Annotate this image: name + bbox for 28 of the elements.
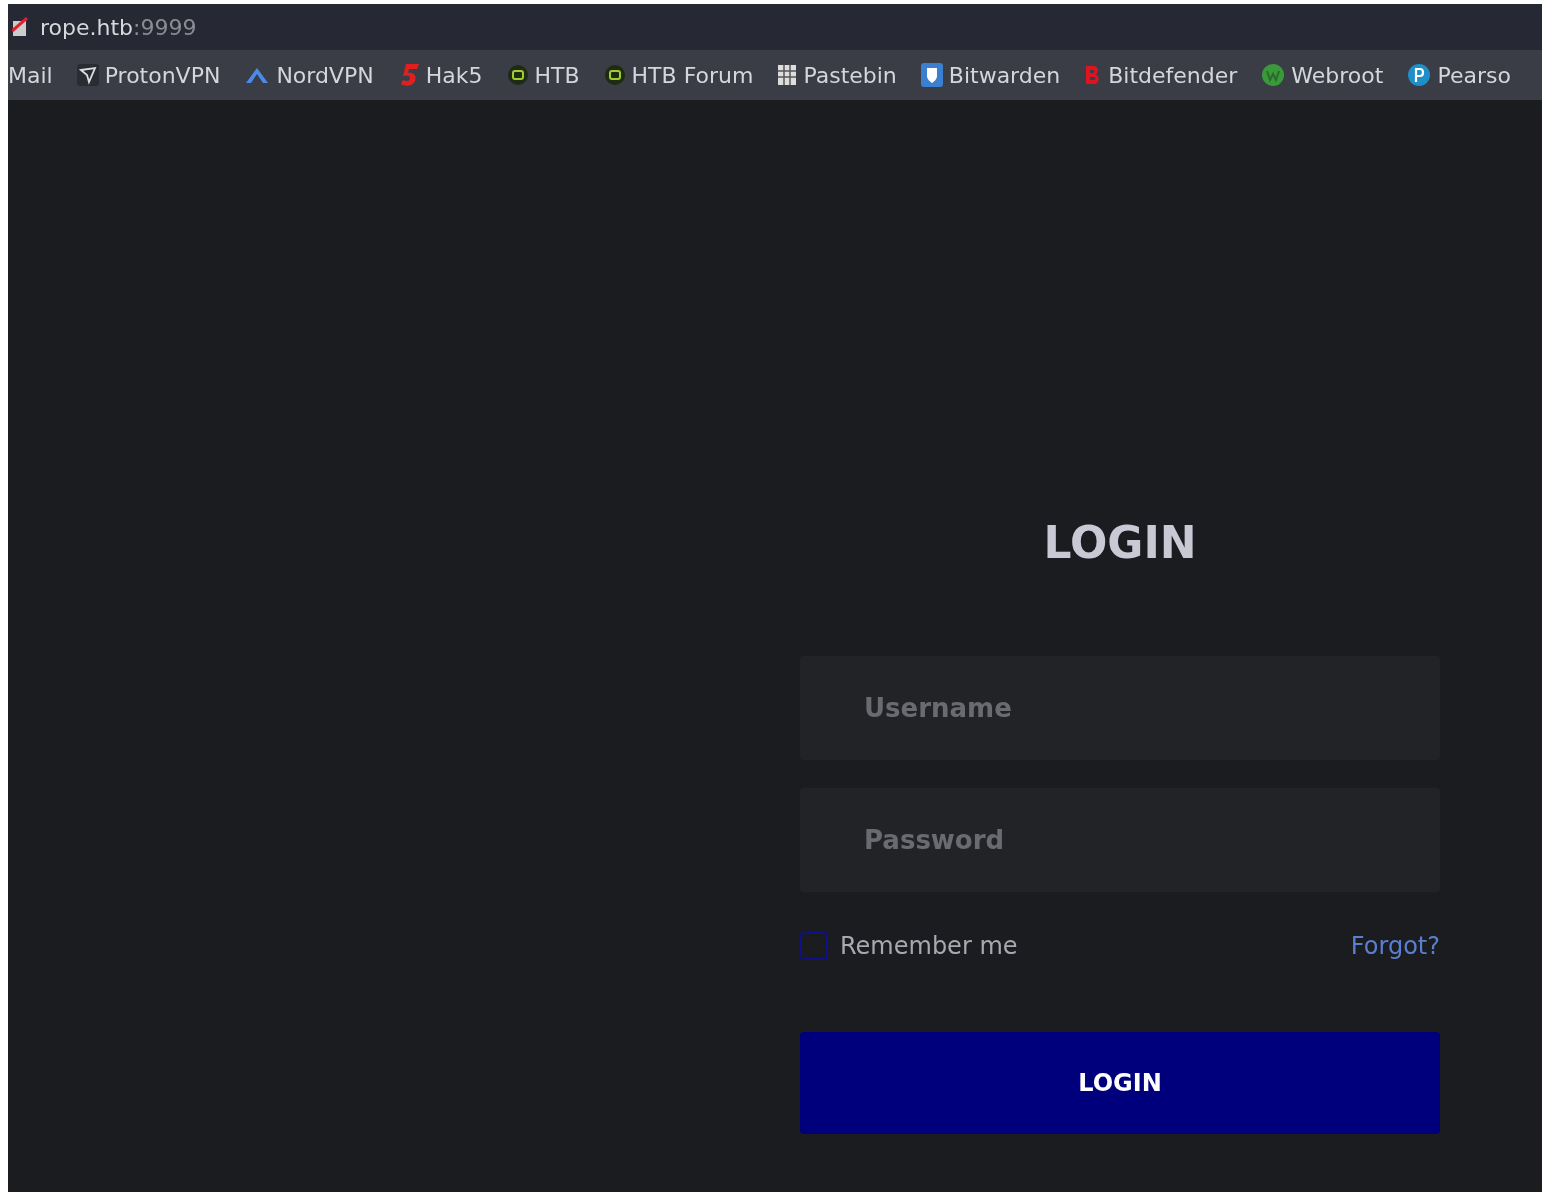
bookmark-link[interactable]: Mail: [8, 58, 53, 92]
grid-icon: [777, 64, 798, 86]
username-field[interactable]: Username: [800, 656, 1440, 760]
bookmark-link[interactable]: Webroot: [1261, 58, 1384, 92]
login-button[interactable]: LOGIN: [800, 1032, 1440, 1134]
bookmark-link[interactable]: Hak5: [397, 58, 483, 92]
bookmark-link[interactable]: Bitwarden: [920, 58, 1061, 92]
crossed-page-icon: [12, 17, 28, 37]
circle-logo-icon: [1407, 63, 1432, 87]
remember-checkbox[interactable]: [800, 932, 828, 960]
login-title: LOGIN: [1042, 516, 1198, 570]
bookmark-link[interactable]: HTB Forum: [603, 58, 754, 92]
cube-icon: [603, 64, 626, 86]
bookmark-link[interactable]: HTB: [506, 58, 580, 92]
password-field[interactable]: Password: [800, 788, 1440, 892]
circle-logo-icon: [1261, 63, 1286, 87]
bookmark-link[interactable]: ProtonVPN: [76, 58, 221, 92]
bookmark-link[interactable]: NordVPN: [244, 58, 374, 92]
address-bar[interactable]: rope.htb:9999: [8, 4, 1542, 50]
shield-icon: [920, 63, 943, 87]
forgot-link[interactable]: Forgot?: [1350, 928, 1440, 964]
cube-icon: [506, 64, 529, 86]
url-text: rope.htb:9999: [40, 13, 197, 42]
paper-plane-icon: [76, 64, 99, 86]
bookmark-link[interactable]: Bitdefender: [1084, 58, 1238, 92]
bookmark-link[interactable]: Pearso: [1407, 58, 1511, 92]
bookmark-link[interactable]: Pastebin: [777, 58, 897, 92]
remember-label: Remember me: [840, 931, 1018, 962]
